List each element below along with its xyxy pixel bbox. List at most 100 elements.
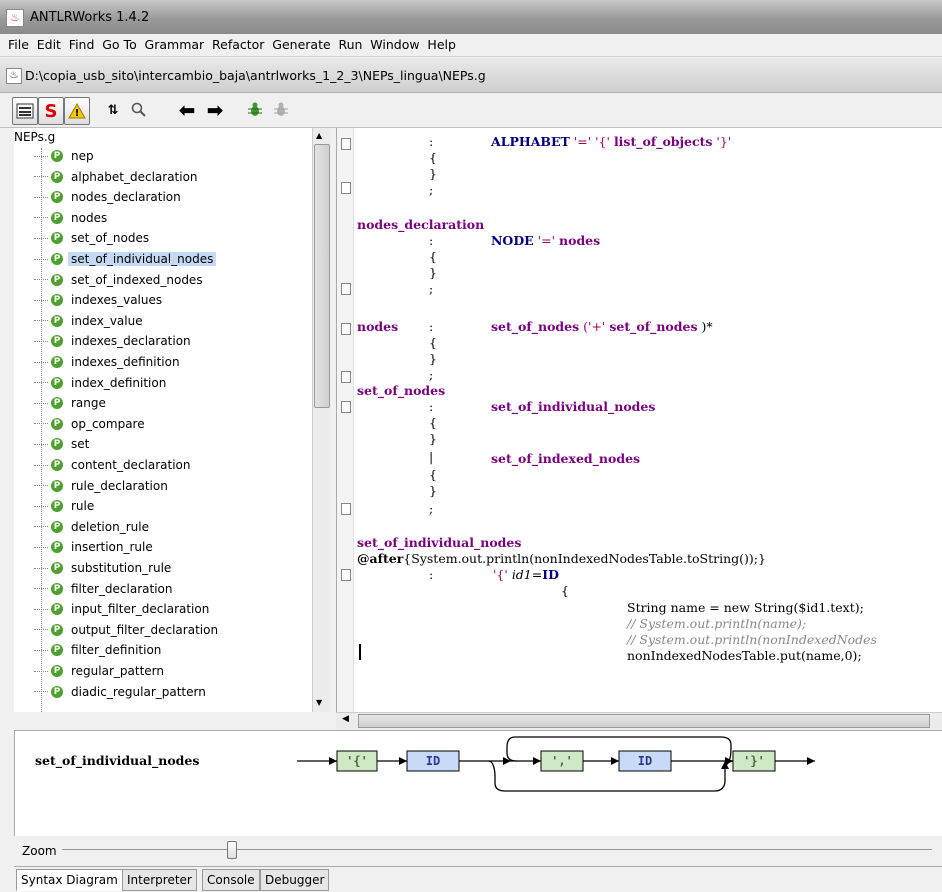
tree-scrollbar[interactable]: ▲ ▼ — [312, 128, 330, 712]
tree-root[interactable]: NEPs.g — [14, 130, 55, 144]
menu-find[interactable]: Find — [67, 34, 97, 56]
tab-interpreter[interactable]: Interpreter — [122, 869, 197, 891]
tree-item[interactable]: Pregular_pattern — [34, 661, 167, 681]
tree-item[interactable]: Pfilter_declaration — [34, 579, 175, 599]
parser-rule-icon: P — [51, 273, 63, 286]
tab-syntax-diagram[interactable]: Syntax Diagram — [16, 869, 123, 891]
tree-item[interactable]: Palphabet_declaration — [34, 167, 201, 187]
window-title-bar[interactable]: ♨ ANTLRWorks 1.4.2 — [0, 0, 942, 34]
tree-item[interactable]: Pinsertion_rule — [34, 537, 156, 557]
tree-connector — [34, 279, 48, 281]
scroll-up-icon[interactable]: ▲ — [316, 131, 322, 140]
tree-item-label: substitution_rule — [71, 561, 172, 575]
parser-rule-icon: P — [51, 500, 63, 513]
menu-refactor[interactable]: Refactor — [210, 34, 266, 56]
fold-marker[interactable] — [341, 569, 351, 581]
tree-scrollbar-thumb[interactable] — [314, 144, 330, 408]
parser-rule-icon: P — [51, 232, 63, 245]
tree-connector — [34, 546, 48, 548]
menu-generate[interactable]: Generate — [270, 34, 332, 56]
tree-item[interactable]: Pindexes_declaration — [34, 331, 194, 351]
fold-marker[interactable] — [341, 283, 351, 295]
parser-rule-icon: P — [51, 582, 63, 595]
debug-remote-icon[interactable] — [270, 97, 292, 123]
tree-item-label: rule — [71, 499, 95, 514]
tree-connector — [34, 505, 48, 507]
fold-marker[interactable] — [341, 503, 351, 515]
menu-goto[interactable]: Go To — [100, 34, 138, 56]
menu-grammar[interactable]: Grammar — [143, 34, 207, 56]
tree-item[interactable]: Prange — [34, 393, 109, 413]
tree-item[interactable]: Pcontent_declaration — [34, 455, 194, 475]
tree-item-label: alphabet_declaration — [71, 169, 198, 184]
tree-item[interactable]: Pset_of_nodes — [34, 228, 152, 248]
fold-marker[interactable] — [341, 323, 351, 335]
debug-bug-icon[interactable] — [244, 97, 266, 123]
svg-text:ID: ID — [426, 754, 440, 768]
tree-item[interactable]: Pdiadic_regular_pattern — [34, 682, 209, 702]
zoom-slider-thumb[interactable] — [227, 841, 238, 859]
editor-scrollbar-thumb[interactable] — [358, 714, 930, 728]
syntax-button[interactable]: S — [38, 97, 64, 125]
tree-item[interactable]: Pset_of_indexed_nodes — [34, 270, 206, 290]
scroll-down-icon[interactable]: ▼ — [316, 698, 322, 707]
zoom-slider-track[interactable] — [62, 849, 932, 850]
tree-item-label: regular_pattern — [71, 664, 164, 678]
tree-item-label: indexes_definition — [71, 355, 180, 369]
tree-connector — [34, 237, 48, 239]
tree-item[interactable]: Pset_of_individual_nodes — [34, 249, 217, 269]
tree-item[interactable]: Poutput_filter_declaration — [34, 620, 221, 640]
tree-item[interactable]: Pnep — [34, 146, 97, 166]
tree-connector — [34, 691, 48, 693]
tree-item[interactable]: Pdeletion_rule — [34, 517, 152, 537]
rule-nodes-declaration: nodes_declaration — [357, 217, 485, 232]
menu-file[interactable]: File — [6, 34, 31, 56]
back-arrow-icon[interactable]: ⬅ — [176, 97, 198, 123]
sort-icon[interactable]: ⇅ — [102, 97, 124, 123]
parser-rule-icon: P — [51, 644, 63, 657]
tree-connector — [34, 443, 48, 445]
fold-marker[interactable] — [341, 138, 351, 150]
tree-item[interactable]: Pop_compare — [34, 414, 148, 434]
rules-tree[interactable]: NEPs.g Pnep Palphabet_declaration Pnodes_d… — [14, 128, 330, 712]
svg-text:ID: ID — [638, 754, 652, 768]
parser-rule-icon: P — [51, 665, 63, 677]
fold-marker[interactable] — [341, 371, 351, 383]
tree-item[interactable]: Pindex_value — [34, 311, 146, 331]
menu-window[interactable]: Window — [368, 34, 421, 56]
tree-item[interactable]: Pindex_definition — [34, 373, 169, 393]
tree-connector — [34, 196, 48, 198]
menu-edit[interactable]: Edit — [35, 34, 63, 56]
tree-item[interactable]: Psubstitution_rule — [34, 558, 174, 578]
tree-item[interactable]: Pnodes — [34, 208, 110, 228]
tab-debugger[interactable]: Debugger — [260, 869, 330, 891]
tree-item[interactable]: Pset — [34, 434, 92, 454]
tree-item[interactable]: Pinput_filter_declaration — [34, 599, 212, 619]
fold-marker[interactable] — [341, 182, 351, 194]
tree-item-label: deletion_rule — [71, 519, 149, 534]
menu-run[interactable]: Run — [337, 34, 365, 56]
document-title-bar[interactable]: ♨ D:\copia_usb_sito\intercambio_baja\ant… — [0, 58, 942, 93]
grammar-editor[interactable]: : ALPHABET '=' '{' list_of_objects '}' {… — [336, 128, 942, 712]
fold-marker[interactable] — [341, 401, 351, 413]
tree-item[interactable]: Pfilter_definition — [34, 640, 164, 660]
warning-button[interactable]: ! — [64, 97, 90, 125]
find-icon[interactable] — [128, 97, 150, 123]
tree-item[interactable]: Prule_declaration — [34, 476, 171, 496]
ide-toggle-button[interactable] — [12, 97, 38, 125]
parser-rule-icon: P — [51, 150, 63, 162]
tab-console[interactable]: Console — [202, 869, 260, 891]
scroll-left-icon[interactable]: ◀ — [342, 714, 349, 724]
forward-arrow-icon[interactable]: ➡ — [204, 97, 226, 123]
tree-connector — [34, 320, 48, 322]
menu-help[interactable]: Help — [425, 34, 458, 56]
editor-horizontal-scrollbar[interactable]: ◀ — [336, 712, 942, 729]
tree-connector — [34, 176, 48, 178]
tree-item-label: nep — [71, 149, 94, 163]
tree-item[interactable]: Pnodes_declaration — [34, 187, 184, 207]
tree-item[interactable]: Pindexes_values — [34, 290, 165, 310]
tree-item[interactable]: Pindexes_definition — [34, 352, 183, 372]
tree-item[interactable]: Prule — [34, 496, 97, 516]
tree-item-label: indexes_values — [71, 293, 163, 308]
tree-connector — [34, 423, 48, 425]
